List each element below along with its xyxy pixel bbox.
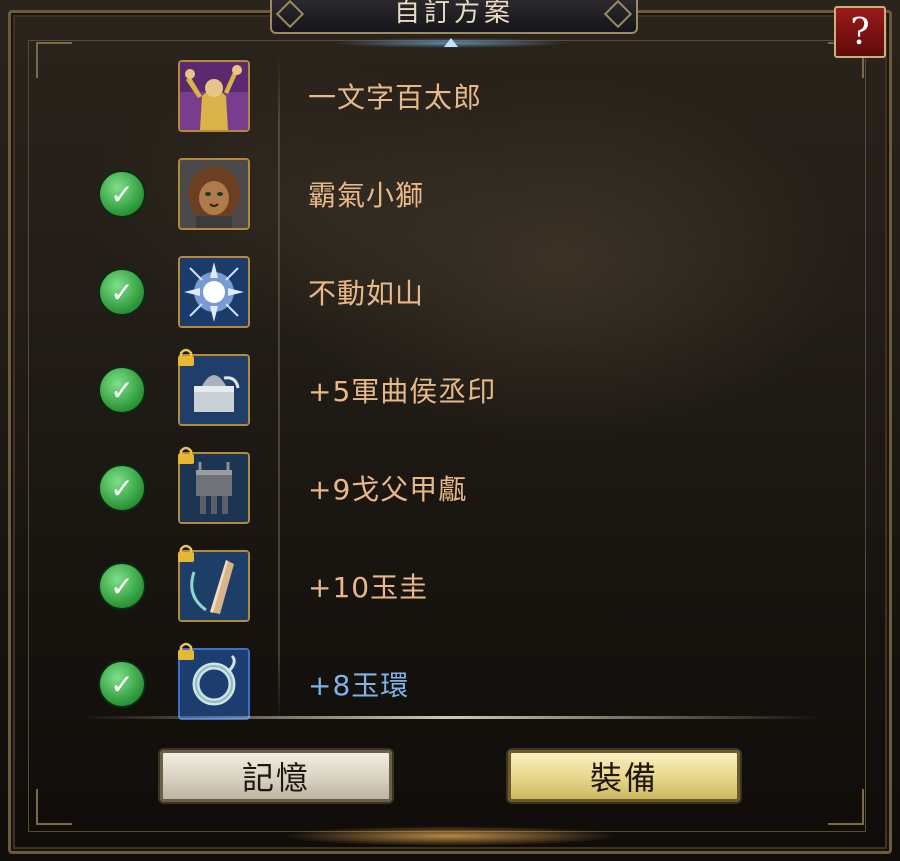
check-icon[interactable]: ✓ xyxy=(100,270,144,314)
check-icon[interactable]: ✓ xyxy=(100,564,144,608)
memory-button[interactable]: 記憶 xyxy=(158,748,394,804)
plan-row-skill[interactable]: ✓ 不動如山 xyxy=(60,254,820,334)
bottom-glow xyxy=(280,826,620,846)
plan-row-pet[interactable]: ✓ 霸氣小獅 xyxy=(60,156,820,236)
item-label: +9戈父甲甗 xyxy=(308,473,468,506)
up-arrow-icon xyxy=(444,38,458,47)
item-label: 霸氣小獅 xyxy=(308,179,425,212)
help-button[interactable]: ? xyxy=(834,6,886,58)
hero-portrait-icon[interactable] xyxy=(178,60,250,132)
item-label: +10玉圭 xyxy=(308,571,429,604)
lock-icon xyxy=(178,446,194,464)
lock-icon xyxy=(178,642,194,660)
check-icon[interactable]: ✓ xyxy=(100,368,144,412)
check-icon[interactable]: ✓ xyxy=(100,662,144,706)
lightning-orb-icon[interactable] xyxy=(178,256,250,328)
item-label: +8玉環 xyxy=(308,669,410,702)
title-plate: 自訂方案 xyxy=(270,0,638,34)
plan-panel: 自訂方案 ? 一文字百太郎 ✓ 霸氣小獅 ✓ 不動如山 ✓ +5軍曲侯丞印 ✓ … xyxy=(0,0,900,861)
item-label: 不動如山 xyxy=(308,277,425,310)
check-icon[interactable]: ✓ xyxy=(100,172,144,216)
equip-button[interactable]: 裝備 xyxy=(506,748,742,804)
lock-icon xyxy=(178,348,194,366)
plan-row-hero[interactable]: 一文字百太郎 xyxy=(60,58,820,138)
panel-title: 自訂方案 xyxy=(393,0,514,28)
plan-row-vessel[interactable]: ✓ +9戈父甲甗 xyxy=(60,446,820,530)
lock-icon xyxy=(178,544,194,562)
check-icon[interactable]: ✓ xyxy=(100,466,144,510)
plan-row-ring[interactable]: ✓ +8玉環 xyxy=(60,642,820,726)
corner-ornament xyxy=(828,789,864,825)
lion-pet-icon[interactable] xyxy=(178,158,250,230)
bottom-divider xyxy=(80,716,820,719)
plan-row-seal[interactable]: ✓ +5軍曲侯丞印 xyxy=(60,348,820,432)
item-label: +5軍曲侯丞印 xyxy=(308,375,497,408)
item-label: 一文字百太郎 xyxy=(308,81,483,114)
plan-row-tablet[interactable]: ✓ +10玉圭 xyxy=(60,544,820,628)
corner-ornament xyxy=(36,789,72,825)
